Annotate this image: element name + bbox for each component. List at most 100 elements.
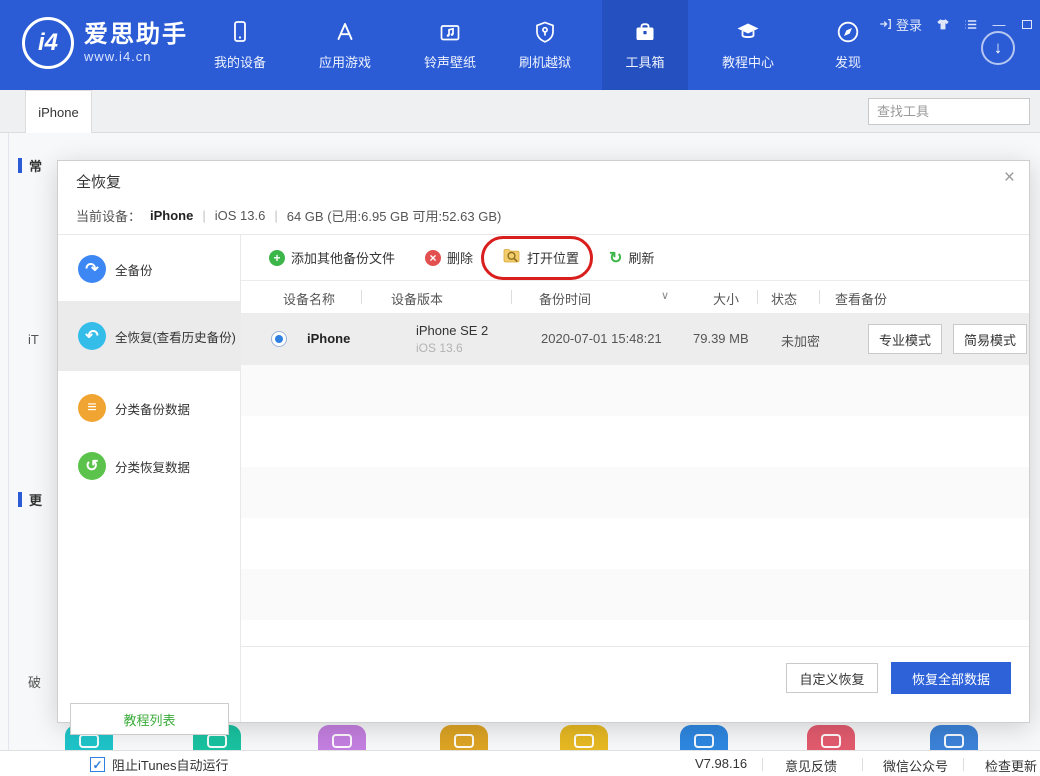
device-name: iPhone [150,208,193,223]
nav-label: 铃声壁纸 [424,52,476,71]
login-button[interactable]: 登录 [878,15,922,34]
col-device-name: 设备名称 [283,289,335,308]
shield-key-icon [532,19,558,45]
wechat-account-link[interactable]: 微信公众号 [883,756,948,775]
compass-icon [835,19,861,45]
dialog-title: 全恢复 [76,171,121,192]
dock-face-icon[interactable] [807,725,855,750]
brand-name: 爱思助手 [84,22,188,48]
feedback-link[interactable]: 意见反馈 [785,756,837,775]
sidebar-item-category-backup[interactable]: ≡ 分类备份数据 [58,385,241,431]
category-backup-icon: ≡ [78,394,106,422]
dock-music-icon[interactable] [318,725,366,750]
login-label: 登录 [896,15,922,34]
sidebar-item-label: 分类备份数据 [115,399,190,418]
tab-iphone[interactable]: iPhone [25,90,92,133]
dock-audio-icon[interactable] [440,725,488,750]
folder-search-icon [503,248,521,267]
sort-down-icon[interactable]: ∨ [661,289,669,302]
nav-label: 我的设备 [214,52,266,71]
tool-label: 打开位置 [527,248,579,267]
sidebar-item-label: 分类恢复数据 [115,457,190,476]
sidebar-item-category-restore[interactable]: ↺ 分类恢复数据 [58,443,241,489]
device-os: iOS 13.6 [215,208,266,223]
refresh-icon: ↻ [609,248,622,268]
col-backup-time[interactable]: 备份时间 [539,289,591,308]
minimize-button[interactable]: — [992,17,1006,31]
sidebar-item-full-backup[interactable]: ↷ 全备份 [58,246,241,292]
delete-backup-button[interactable]: × 删除 [425,248,473,267]
sidebar-item-label: 全备份 [115,260,153,279]
dock-player-icon[interactable] [680,725,728,750]
add-icon: + [269,250,285,266]
device-info-bar: 当前设备： iPhone | iOS 13.6 | 64 GB (已用:6.95… [58,197,1029,235]
section-header-fragment: 常 [18,156,42,175]
dock-chat-icon[interactable] [930,725,978,750]
brand-logo[interactable]: i4 爱思助手 www.i4.cn [22,17,188,69]
window-controls: 登录 — [878,14,1040,34]
backup-arrow-icon: ↷ [78,255,106,283]
add-backup-file-button[interactable]: + 添加其他备份文件 [269,248,395,267]
search-tools-input[interactable] [868,98,1030,125]
maximize-button[interactable] [1020,17,1034,31]
section-header-fragment: 更 [18,490,42,509]
fragment-text: 破 [28,672,41,691]
refresh-button[interactable]: ↻ 刷新 [609,248,654,268]
tool-label: 删除 [447,248,473,267]
empty-row-stripe [241,467,1029,518]
separator: | [202,208,205,223]
dialog-sidebar: ↷ 全备份 ↶ 全恢复(查看历史备份) ≡ 分类备份数据 ↺ 分类恢复数据 教程… [58,235,241,722]
dock-robot-icon[interactable] [560,725,608,750]
sidebar-item-full-restore[interactable]: ↶ 全恢复(查看历史备份) [58,301,241,371]
row-size: 79.39 MB [693,331,749,346]
col-size: 大小 [713,289,739,308]
tab-label: iPhone [38,105,78,120]
easy-mode-button[interactable]: 简易模式 [953,324,1027,354]
row-radio-selected[interactable] [271,331,287,347]
row-model-text: iPhone SE 2 [416,323,488,338]
full-restore-dialog: 全恢复 × 当前设备： iPhone | iOS 13.6 | 64 GB (已… [57,160,1030,723]
status-bar: ✓ 阻止iTunes自动运行 V7.98.16 意见反馈 微信公众号 检查更新 [0,750,1040,776]
check-update-link[interactable]: 检查更新 [985,756,1037,775]
nav-item-flash-jailbreak[interactable]: 刷机越狱 [502,0,588,90]
device-info-label: 当前设备： [76,206,141,225]
fragment-text: iT [28,332,39,347]
login-icon [878,17,892,31]
block-itunes-checkbox[interactable]: ✓ 阻止iTunes自动运行 [90,755,229,774]
theme-skin-icon[interactable] [936,17,950,31]
menu-list-icon[interactable] [964,17,978,31]
custom-restore-button[interactable]: 自定义恢复 [786,663,878,693]
nav-item-ringtones-wallpapers[interactable]: 铃声壁纸 [407,0,493,90]
fragment-text: 常 [29,156,42,175]
phone-icon [227,19,253,45]
text-fragment: iT [28,332,39,347]
nav-item-toolbox[interactable]: 工具箱 [602,0,688,90]
col-status: 状态 [771,289,797,308]
tool-label: 刷新 [628,248,654,267]
category-restore-icon: ↺ [78,452,106,480]
separator [963,758,964,771]
backup-toolbar: + 添加其他备份文件 × 删除 打开位置 [241,235,1029,281]
nav-label: 工具箱 [625,52,664,71]
fragment-text: 更 [29,490,42,509]
nav-item-apps-games[interactable]: 应用游戏 [302,0,388,90]
open-location-button[interactable]: 打开位置 [503,248,579,267]
tutorial-list-button[interactable]: 教程列表 [70,703,229,735]
empty-row-stripe [241,365,1029,416]
backup-row[interactable]: iPhone iPhone SE 2 iOS 13.6 2020-07-01 1… [241,313,1029,365]
nav-item-my-devices[interactable]: 我的设备 [197,0,283,90]
appstore-icon [332,19,358,45]
download-manager-icon[interactable]: ↓ [981,31,1015,65]
brand-url: www.i4.cn [84,49,188,64]
empty-row-stripe [241,569,1029,620]
col-view-backup: 查看备份 [835,289,887,308]
top-nav: i4 爱思助手 www.i4.cn 我的设备 应用游戏 [0,0,1040,90]
text-fragment: 破 [28,672,41,691]
close-icon[interactable]: × [1004,167,1015,189]
dialog-content: + 添加其他备份文件 × 删除 打开位置 [241,235,1029,722]
restore-all-button[interactable]: 恢复全部数据 [891,662,1011,694]
nav-item-tutorial-center[interactable]: 教程中心 [705,0,791,90]
separator [862,758,863,771]
pro-mode-button[interactable]: 专业模式 [868,324,942,354]
nav-label: 应用游戏 [319,52,371,71]
